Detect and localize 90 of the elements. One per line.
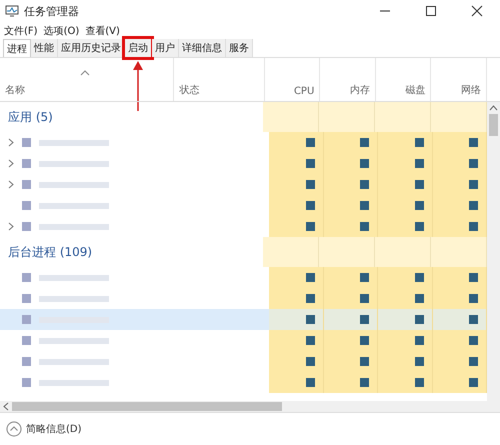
usage-cell [378, 309, 433, 330]
window-title: 任务管理器 [24, 4, 80, 18]
column-header[interactable]: 网络 [431, 58, 488, 101]
blurred-app-icon [22, 201, 31, 210]
usage-cell [432, 288, 487, 309]
usage-cell [432, 216, 487, 237]
usage-cell [269, 267, 324, 288]
usage-cell [378, 372, 433, 393]
tab[interactable]: 进程 [3, 39, 31, 57]
blurred-app-icon [22, 180, 31, 189]
horizontal-scrollbar[interactable] [0, 401, 500, 413]
usage-cell [324, 288, 378, 309]
usage-cell [378, 216, 433, 237]
tab[interactable]: 应用历史记录 [58, 39, 125, 57]
blurred-app-icon [22, 138, 31, 147]
blurred-name [39, 296, 109, 302]
usage-cell [378, 288, 433, 309]
blurred-name [39, 224, 109, 230]
usage-cell [269, 309, 324, 330]
blurred-app-icon [22, 294, 31, 303]
blurred-app-icon [22, 315, 31, 324]
fewer-details-button[interactable]: 简略信息(D) [6, 421, 82, 437]
tab[interactable]: 详细信息 [179, 39, 226, 57]
chevron-icon[interactable] [8, 159, 14, 168]
column-header[interactable]: 磁盘 [376, 58, 432, 101]
menu-item[interactable]: 文件(F) [4, 24, 38, 38]
tab[interactable]: 性能 [31, 39, 58, 57]
usage-cell [324, 267, 378, 288]
blurred-name [39, 140, 109, 146]
chevron-icon[interactable] [8, 138, 14, 147]
usage-cell [432, 309, 487, 330]
usage-cell [324, 216, 378, 237]
usage-cell [324, 132, 378, 153]
blurred-app-icon [22, 336, 31, 345]
usage-cell [432, 372, 487, 393]
usage-cell [432, 132, 487, 153]
group-heading: 后台进程 (109) [7, 244, 94, 260]
scroll-up-icon[interactable] [489, 105, 498, 111]
blurred-app-icon [22, 357, 31, 366]
blurred-name [39, 182, 109, 188]
usage-cell [432, 330, 487, 351]
chevron-icon[interactable] [8, 180, 14, 189]
menu-item[interactable]: 查看(V) [85, 24, 120, 38]
scroll-thumb[interactable] [12, 402, 282, 411]
column-header[interactable]: 内存 [320, 58, 376, 101]
usage-cell [319, 102, 375, 132]
usage-cell [269, 216, 324, 237]
usage-cell [432, 267, 487, 288]
usage-cell [263, 237, 319, 267]
app-icon [5, 5, 19, 17]
collapse-icon [6, 421, 22, 437]
blurred-name [39, 338, 109, 344]
process-row[interactable] [0, 309, 487, 330]
blurred-app-icon [22, 273, 31, 282]
column-header[interactable]: 状态 [174, 58, 265, 101]
group-heading: 应用 (5) [7, 108, 54, 126]
usage-cell [319, 237, 375, 267]
column-header[interactable]: CPU [264, 58, 320, 101]
usage-cell [378, 132, 433, 153]
scroll-left-icon[interactable] [3, 402, 9, 411]
tab[interactable]: 服务 [226, 39, 253, 57]
usage-cell [324, 330, 378, 351]
usage-cell [375, 102, 431, 132]
vertical-scrollbar[interactable] [487, 102, 500, 401]
blurred-name [39, 202, 109, 208]
usage-cell [324, 309, 378, 330]
usage-cell [431, 237, 487, 267]
blurred-name [39, 160, 109, 166]
column-header[interactable]: 名称 [0, 58, 174, 101]
blurred-name [39, 274, 109, 280]
usage-cell [431, 102, 487, 132]
menu-item[interactable]: 选项(O) [44, 24, 80, 38]
scroll-thumb[interactable] [489, 114, 498, 136]
usage-cell [378, 330, 433, 351]
usage-cell [269, 372, 324, 393]
usage-cell [269, 330, 324, 351]
blurred-app-icon [22, 159, 31, 168]
blurred-name [39, 358, 109, 364]
tab[interactable]: 用户 [152, 39, 179, 57]
blurred-name [39, 380, 109, 386]
blurred-app-icon [22, 378, 31, 387]
usage-cell [269, 132, 324, 153]
usage-cell [378, 267, 433, 288]
usage-cell [269, 288, 324, 309]
blurred-app-icon [22, 222, 31, 231]
usage-cell [324, 372, 378, 393]
chevron-icon[interactable] [8, 222, 14, 231]
usage-cell [375, 237, 431, 267]
arrow-annotation [132, 61, 144, 111]
usage-cell [263, 102, 319, 132]
